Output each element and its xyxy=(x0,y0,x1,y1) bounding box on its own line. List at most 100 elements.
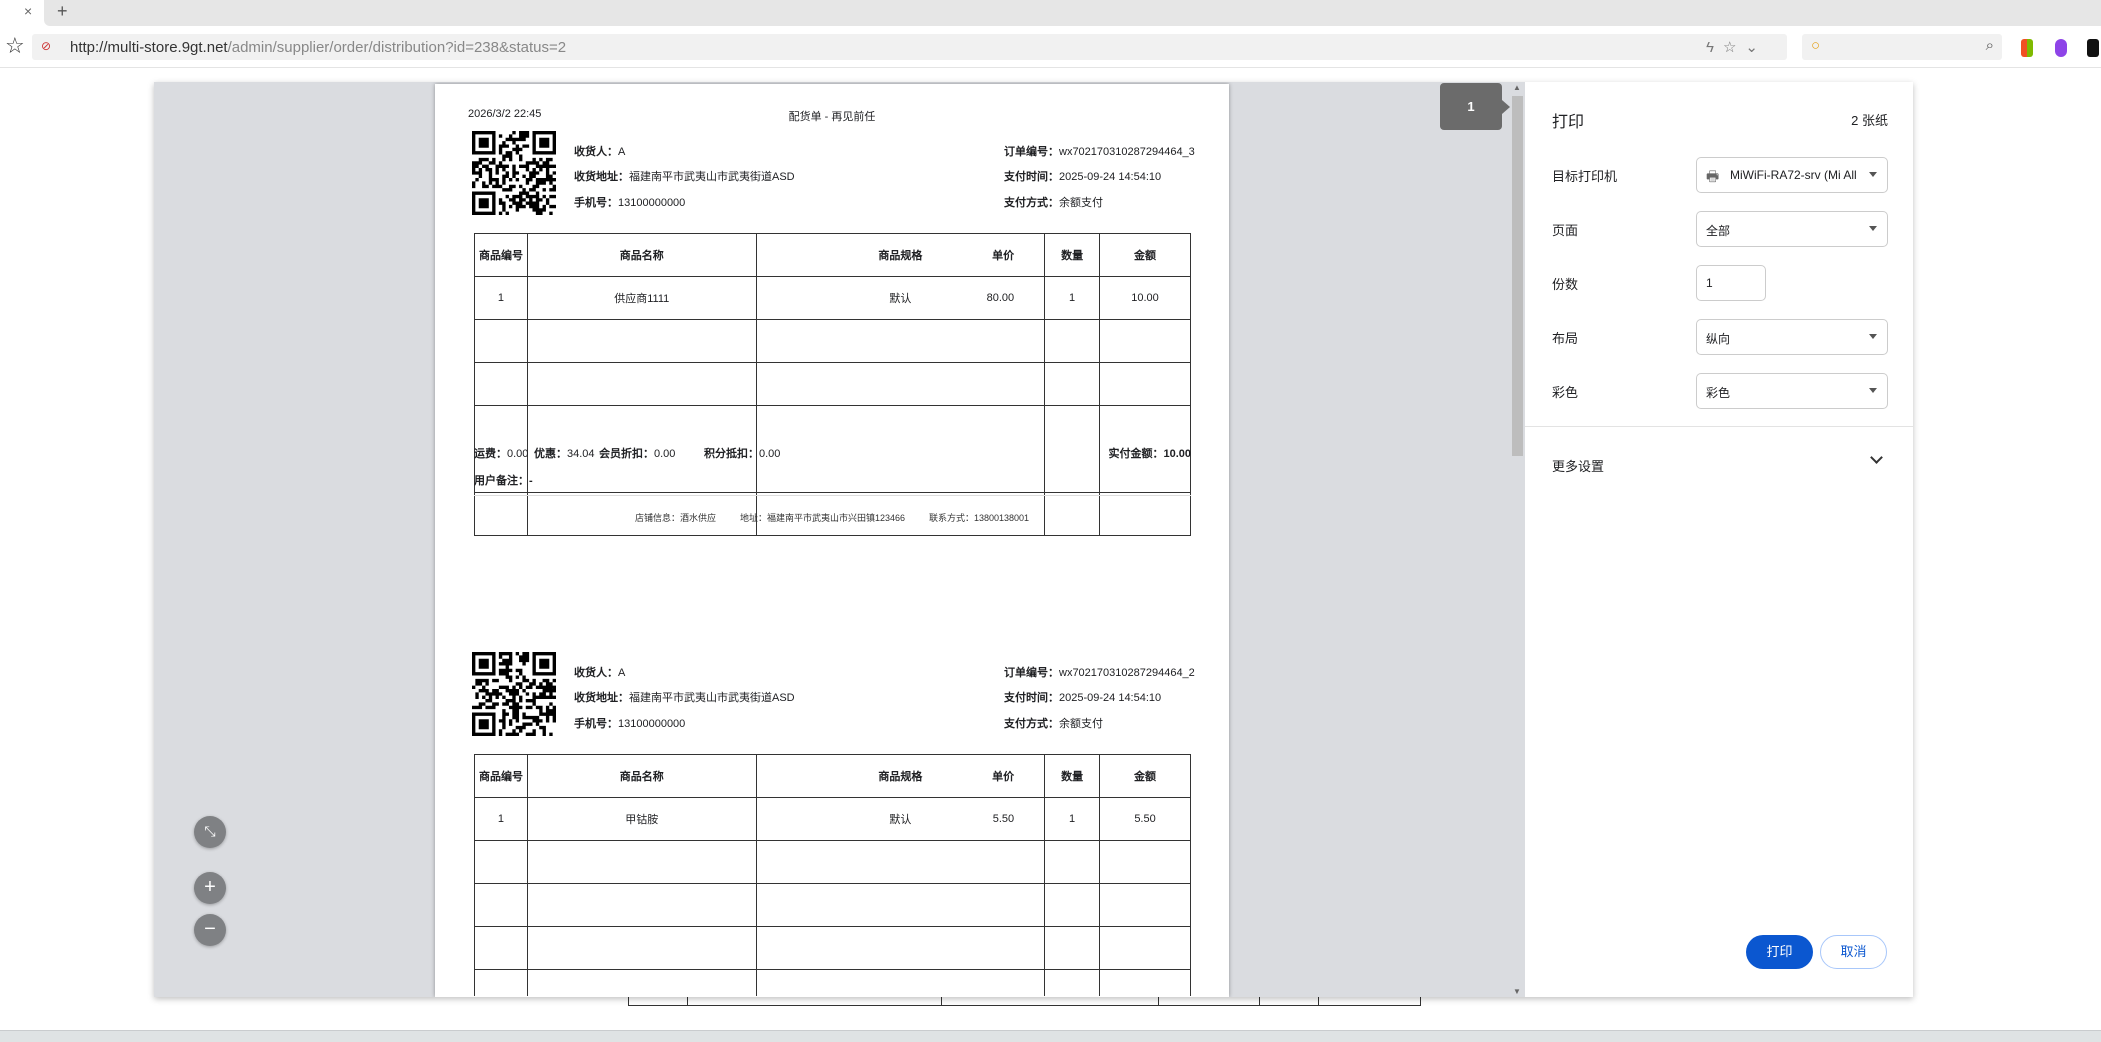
print-settings-panel: 打印 2 张纸 目标打印机 🖶 MiWiFi-RA72-srv (Mi All … xyxy=(1525,82,1913,997)
remark: 用户备注：- xyxy=(474,472,533,488)
copies-input[interactable]: 1 xyxy=(1696,265,1766,301)
item-amount: 5.50 xyxy=(1099,797,1191,841)
address-label: 收货地址： xyxy=(574,171,629,183)
items-table: 商品编号 商品名称 商品规格 单价 数量 金额 1 供应商1111 默认 80.00 1 10.00 xyxy=(474,233,1191,536)
receiver-value: A xyxy=(618,667,626,679)
column-header: 商品规格 单价 xyxy=(755,754,1046,798)
print-dialog: 2026/3/2 22:45 配货单 - 再见前任 收货人：A 收货地址：福建南平… xyxy=(154,82,1913,997)
receiver: 收货人：A xyxy=(574,143,625,159)
column-header: 数量 xyxy=(1044,754,1101,798)
url-text[interactable]: http://multi-store.9gt.net/admin/supplie… xyxy=(70,39,566,56)
pay-method-value: 余额支付 xyxy=(1059,718,1103,730)
phone-label: 手机号： xyxy=(574,718,618,730)
extension-icon[interactable] xyxy=(2055,39,2067,57)
pay-time-value: 2025-09-24 14:54:10 xyxy=(1059,692,1162,704)
extension-icon[interactable] xyxy=(2087,39,2099,57)
shop-contact: 联系方式：13800138001 xyxy=(929,513,1030,523)
pages-label: 页面 xyxy=(1552,223,1579,238)
extension-icon[interactable] xyxy=(2021,39,2033,57)
dropdown-caret-icon xyxy=(1869,388,1877,393)
shipping-value: 0.00 xyxy=(507,448,529,460)
paid-label: 实付金额： xyxy=(1108,448,1164,460)
address-row: ☆ ⊘ http://multi-store.9gt.net/admin/sup… xyxy=(0,30,2101,68)
receiver-label: 收货人： xyxy=(574,146,618,158)
bookmark-star-icon[interactable]: ☆ xyxy=(5,33,25,59)
item-spec: 默认 xyxy=(889,814,912,826)
new-tab-button[interactable]: + xyxy=(57,1,68,22)
printer-select[interactable]: 🖶 MiWiFi-RA72-srv (Mi All xyxy=(1696,157,1888,193)
close-tab-icon[interactable]: × xyxy=(24,3,32,19)
layout-value: 纵向 xyxy=(1706,332,1731,346)
column-header-price: 单价 xyxy=(992,250,1015,262)
cancel-button[interactable]: 取消 xyxy=(1820,935,1887,969)
phone-label: 手机号： xyxy=(574,197,618,209)
empty-row xyxy=(474,926,1191,970)
points-deduction-label: 积分抵扣： xyxy=(704,448,759,460)
phone-value: 13100000000 xyxy=(618,197,686,209)
paid-value: 10.00 xyxy=(1163,448,1191,460)
background-table-lines xyxy=(628,997,1421,1006)
layout-select[interactable]: 纵向 xyxy=(1696,319,1888,355)
receiver-label: 收货人： xyxy=(574,667,618,679)
address: 收货地址：福建南平市武夷山市武夷街道ASD xyxy=(574,168,795,184)
zoom-in-button[interactable]: + xyxy=(194,872,226,904)
address-bar[interactable]: ⊘ http://multi-store.9gt.net/admin/suppl… xyxy=(32,34,1787,60)
search-box[interactable]: ○ ⌕ xyxy=(1802,34,2002,60)
more-settings-toggle[interactable]: 更多设置 xyxy=(1552,456,1604,475)
phone: 手机号：13100000000 xyxy=(574,715,685,731)
color-select[interactable]: 彩色 xyxy=(1696,373,1888,409)
pages-select[interactable]: 全部 xyxy=(1696,211,1888,247)
address-label: 收货地址： xyxy=(574,692,629,704)
pages-value: 全部 xyxy=(1706,224,1731,238)
points-deduction: 积分抵扣：0.00 xyxy=(704,445,780,461)
paid-amount: 实付金额：10.00 xyxy=(1108,445,1191,461)
chevron-down-icon[interactable] xyxy=(1870,451,1883,464)
scroll-down-icon[interactable]: ▼ xyxy=(1513,987,1521,996)
address-actions[interactable]: ϟ☆⌄ xyxy=(1706,38,1767,56)
receiver-value: A xyxy=(618,146,626,158)
zoom-out-button[interactable]: − xyxy=(194,914,226,946)
order-number-value: wx702170310287294464_2 xyxy=(1059,667,1195,679)
item-no: 1 xyxy=(474,797,528,841)
table-row: 1 供应商1111 默认 80.00 1 10.00 xyxy=(474,276,1191,320)
shipping-label: 运费： xyxy=(474,448,507,460)
phone-value: 13100000000 xyxy=(618,718,686,730)
scroll-up-icon[interactable]: ▲ xyxy=(1513,83,1521,92)
column-header: 商品编号 xyxy=(474,754,528,798)
document-title: 配货单 - 再见前任 xyxy=(788,111,876,123)
discount-label: 优惠： xyxy=(534,448,567,460)
printer-icon: 🖶 xyxy=(1706,168,1720,184)
pay-method: 支付方式：余额支付 xyxy=(1004,715,1103,731)
pay-time-label: 支付时间： xyxy=(1004,692,1059,704)
copies-label: 份数 xyxy=(1552,277,1579,292)
table-row: 1 甲钴胺 默认 5.50 1 5.50 xyxy=(474,797,1191,841)
fit-to-page-button[interactable]: ⤡ xyxy=(194,816,226,848)
pay-time: 支付时间：2025-09-24 14:54:10 xyxy=(1004,168,1161,184)
column-header: 金额 xyxy=(1099,233,1191,277)
copies-value: 1 xyxy=(1706,276,1713,290)
column-header: 商品名称 xyxy=(526,754,757,798)
scrollbar-thumb[interactable] xyxy=(1512,96,1523,456)
column-header: 金额 xyxy=(1099,754,1191,798)
color-label: 彩色 xyxy=(1552,385,1579,400)
color-value: 彩色 xyxy=(1706,386,1731,400)
fit-icon: ⤡ xyxy=(204,823,216,839)
order-number-value: wx702170310287294464_3 xyxy=(1059,146,1195,158)
dropdown-caret-icon xyxy=(1869,334,1877,339)
print-button[interactable]: 打印 xyxy=(1746,935,1813,969)
column-header-price: 单价 xyxy=(992,771,1015,783)
item-price: 5.50 xyxy=(992,813,1015,825)
item-qty: 1 xyxy=(1044,276,1101,320)
search-icon[interactable]: ⌕ xyxy=(1986,37,1994,54)
column-header: 商品名称 xyxy=(526,233,757,277)
member-discount: 会员折扣：0.00 xyxy=(599,445,675,461)
url-host: http://multi-store.9gt.net xyxy=(70,39,228,56)
discount: 优惠：34.04 xyxy=(534,445,595,461)
preview-scrollbar[interactable]: ▲ ▼ xyxy=(1510,82,1525,997)
item-price: 80.00 xyxy=(986,292,1015,304)
sheet-count: 2 张纸 xyxy=(1851,113,1888,128)
qr-code xyxy=(472,131,556,215)
shop-address: 地址：福建南平市武夷山市兴田镇123466 xyxy=(739,513,905,523)
item-spec-cell: 默认 5.50 xyxy=(755,797,1046,841)
phone: 手机号：13100000000 xyxy=(574,194,685,210)
